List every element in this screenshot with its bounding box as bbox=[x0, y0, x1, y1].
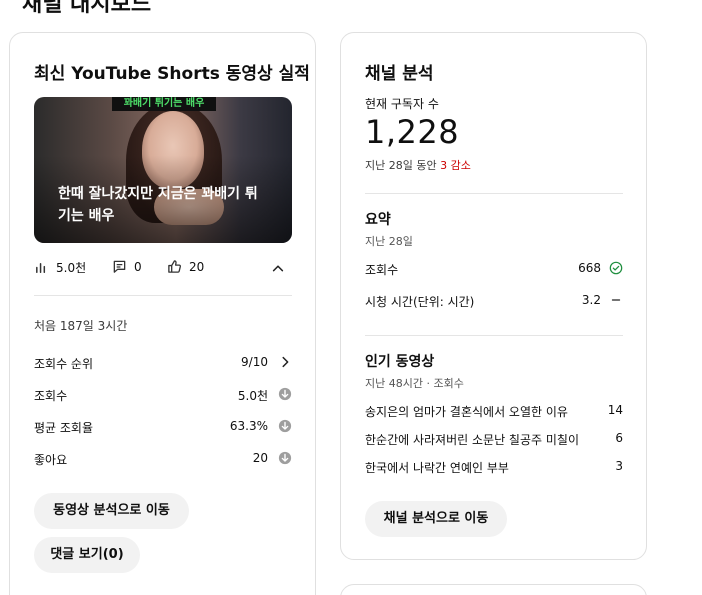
bar-chart-icon bbox=[36, 263, 46, 273]
summary-label: 조회수 bbox=[365, 263, 399, 277]
summary-period: 지난 28일 bbox=[365, 235, 413, 248]
popular-period: 지난 48시간 · 조회수 bbox=[365, 377, 464, 390]
metric-value: 9/10 bbox=[241, 355, 268, 369]
shorts-performance-card: 최신 YouTube Shorts 동영상 실적 꽈배기 튀기는 배우 한때 잘… bbox=[9, 32, 316, 595]
thumbnail-caption: 한때 잘나갔지만 지금은 꽈배기 튀기는 배우 bbox=[58, 186, 258, 224]
card-title: 채널 분석 bbox=[365, 64, 434, 84]
subscribers-change: 지난 28일 동안 3 감소 bbox=[365, 157, 471, 173]
thumbnail-banner: 꽈배기 튀기는 배우 bbox=[112, 97, 216, 111]
card-title: 최신 YouTube Shorts 동영상 실적 bbox=[34, 64, 310, 84]
popular-video-title[interactable]: 한순간에 사라져버린 소문난 칠공주 미칠이 bbox=[365, 431, 579, 448]
likes-stat: 20 bbox=[167, 259, 204, 274]
arrow-down-circle-icon bbox=[278, 387, 292, 401]
video-stats-row: 5.0천 0 20 bbox=[34, 259, 292, 279]
comments-count: 0 bbox=[134, 259, 142, 274]
popular-video-row[interactable]: 한순간에 사라져버린 소문난 칠공주 미칠이 6 bbox=[365, 431, 623, 449]
thumbs-up-icon bbox=[168, 260, 182, 273]
dash-icon bbox=[611, 299, 621, 301]
first-time-period: 처음 187일 3시간 bbox=[34, 319, 128, 333]
channel-analytics-card: 채널 분석 현재 구독자 수 1,228 지난 28일 동안 3 감소 요약 지… bbox=[340, 32, 647, 560]
metric-label: 평균 조회율 bbox=[34, 421, 94, 435]
change-value: 3 감소 bbox=[440, 159, 471, 172]
popular-videos-title: 인기 동영상 bbox=[365, 354, 435, 370]
subscribers-count: 1,228 bbox=[365, 113, 460, 151]
arrow-down-circle-icon bbox=[278, 419, 292, 433]
metric-value: 63.3% bbox=[229, 419, 268, 433]
metric-row-views[interactable]: 조회수 5.0천 bbox=[34, 387, 292, 407]
metric-row-rank[interactable]: 조회수 순위 9/10 bbox=[34, 355, 292, 375]
popular-video-title[interactable]: 한국에서 나락간 연예인 부부 bbox=[365, 459, 509, 476]
metric-label: 조회수 bbox=[34, 389, 68, 403]
divider bbox=[34, 295, 292, 296]
divider bbox=[365, 335, 623, 336]
metric-row-likes[interactable]: 좋아요 20 bbox=[34, 451, 292, 471]
arrow-down-circle-icon bbox=[278, 451, 292, 465]
popular-video-views: 6 bbox=[615, 431, 623, 445]
metric-value: 5.0천 bbox=[237, 389, 268, 403]
video-analytics-button[interactable]: 동영상 분석으로 이동 bbox=[34, 493, 189, 529]
check-circle-icon bbox=[609, 261, 623, 275]
divider bbox=[365, 193, 623, 194]
popular-video-title[interactable]: 송지은의 엄마가 결혼식에서 오열한 이유 bbox=[365, 403, 568, 420]
popular-video-views: 3 bbox=[615, 459, 623, 473]
subscribers-label: 현재 구독자 수 bbox=[365, 97, 439, 111]
views-stat: 5.0천 bbox=[34, 259, 86, 276]
next-card bbox=[340, 584, 647, 595]
comment-icon bbox=[113, 260, 126, 273]
change-prefix: 지난 28일 동안 bbox=[365, 159, 437, 172]
summary-value: 668 bbox=[578, 261, 601, 275]
metric-value: 20 bbox=[252, 451, 268, 465]
metric-label: 조회수 순위 bbox=[34, 357, 94, 371]
summary-row-views: 조회수 668 bbox=[365, 261, 623, 279]
shorts-thumbnail[interactable]: 꽈배기 튀기는 배우 한때 잘나갔지만 지금은 꽈배기 튀기는 배우 bbox=[34, 97, 292, 243]
summary-title: 요약 bbox=[365, 212, 391, 228]
page-heading: 채널 대시보드 bbox=[22, 0, 152, 17]
likes-count: 20 bbox=[189, 259, 205, 274]
channel-analytics-button[interactable]: 채널 분석으로 이동 bbox=[365, 501, 507, 537]
chevron-right-icon[interactable] bbox=[278, 355, 292, 369]
summary-label: 시청 시간(단위: 시간) bbox=[365, 295, 475, 309]
comments-stat: 0 bbox=[112, 259, 142, 274]
metric-row-avg-view-rate[interactable]: 평균 조회율 63.3% bbox=[34, 419, 292, 439]
chevron-up-icon[interactable] bbox=[271, 261, 285, 275]
metric-label: 좋아요 bbox=[34, 453, 68, 467]
summary-row-watch-time: 시청 시간(단위: 시간) 3.2 bbox=[365, 293, 623, 311]
view-comments-button[interactable]: 댓글 보기(0) bbox=[34, 537, 140, 573]
summary-value: 3.2 bbox=[581, 293, 601, 307]
popular-video-row[interactable]: 송지은의 엄마가 결혼식에서 오열한 이유 14 bbox=[365, 403, 623, 421]
popular-video-row[interactable]: 한국에서 나락간 연예인 부부 3 bbox=[365, 459, 623, 477]
views-count: 5.0천 bbox=[56, 261, 87, 275]
popular-video-views: 14 bbox=[607, 403, 623, 417]
